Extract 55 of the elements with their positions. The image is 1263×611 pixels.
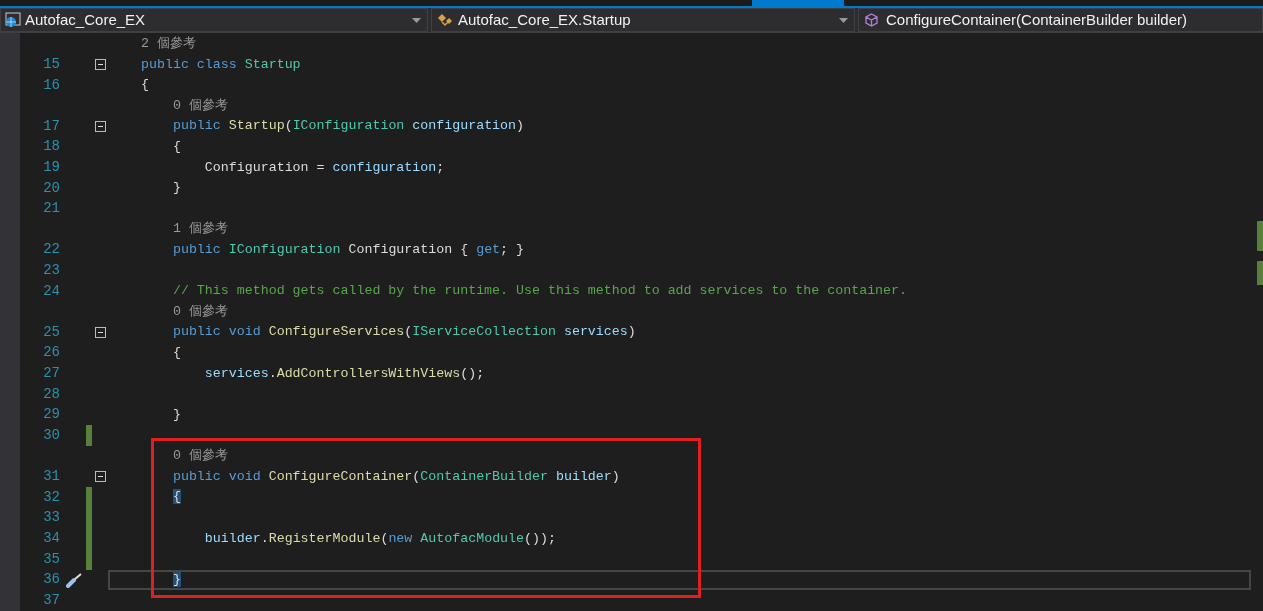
collapse-icon[interactable] [94, 120, 106, 132]
line-number: 37 [43, 592, 60, 609]
collapse-icon[interactable] [94, 326, 106, 338]
line-number: 18 [43, 138, 60, 155]
cube-icon [865, 13, 878, 27]
code-line: { [171, 137, 181, 156]
line-number: 27 [43, 365, 60, 382]
line-number: 25 [43, 323, 60, 340]
line-number: 19 [43, 159, 60, 176]
member-dropdown[interactable]: ConfigureContainer(ContainerBuilder builder) [858, 8, 1263, 32]
code-line: public class Startup [141, 55, 301, 74]
code-line: public void ConfigureServices(IServiceCollection services) [171, 323, 636, 342]
reference-count[interactable]: 0 個參考 [141, 95, 228, 116]
line-number: 35 [43, 550, 60, 567]
screwdriver-icon[interactable] [66, 571, 84, 588]
collapse-icon[interactable] [94, 471, 106, 482]
line-number: 15 [43, 56, 60, 73]
line-number: 32 [43, 488, 60, 505]
code-line: { [141, 76, 149, 95]
line-number: 36 [43, 571, 60, 588]
line-number: 34 [43, 530, 60, 547]
globe-icon [5, 12, 21, 28]
line-number: 28 [43, 385, 60, 402]
caret-icon [412, 17, 421, 23]
code-line: public void ConfigureContainer(ContainerBuilder builder) [171, 467, 620, 486]
reference-count[interactable]: 0 個參考 [141, 446, 228, 466]
code-line: public Startup(IConfiguration configuration) [171, 117, 525, 136]
line-number: 16 [43, 76, 60, 93]
line-number: 24 [43, 282, 60, 299]
code-line: Configuration = configuration; [203, 158, 445, 177]
line-number: 30 [43, 427, 60, 444]
code-line: services.AddControllersWithViews(); [203, 364, 485, 383]
line-number: 23 [43, 262, 60, 279]
line-number: 31 [43, 468, 60, 484]
line-number: 22 [43, 241, 60, 258]
reference-count[interactable]: 1 個參考 [141, 219, 228, 240]
reference-count[interactable]: 2 個參考 [141, 34, 196, 55]
line-number: 33 [43, 509, 60, 526]
line-number: 20 [43, 179, 60, 196]
line-number: 29 [43, 406, 60, 423]
code-line: builder.RegisterModule(new AutofacModule()); [203, 529, 556, 548]
caret-icon [839, 17, 848, 23]
collapse-icon[interactable] [94, 59, 106, 71]
line-number: 21 [43, 200, 60, 217]
class-icon [436, 12, 454, 28]
project-dropdown[interactable]: Autofac_Core_EX [0, 8, 428, 32]
code-line: public IConfiguration Configuration { get; } [171, 240, 525, 259]
class-dropdown[interactable]: Autofac_Core_EX.Startup [431, 8, 855, 32]
code-line: { [171, 343, 181, 362]
code-line: } [171, 179, 181, 198]
line-number: 17 [43, 117, 60, 134]
code-line: // This method gets called by the runtime. Use this method to add services to the container. [171, 282, 908, 301]
reference-count[interactable]: 0 個參考 [141, 301, 228, 322]
code-line: } [171, 405, 181, 424]
line-number: 26 [43, 344, 60, 361]
